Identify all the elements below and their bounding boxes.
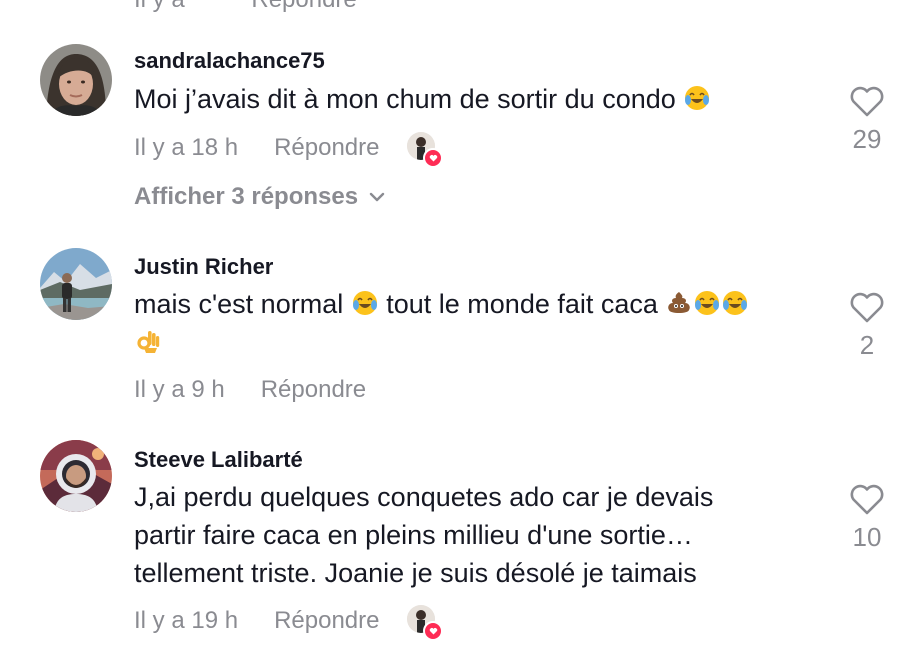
comment-text-part2: tout le monde fait caca [386,289,658,319]
comment-meta: Il y a 19 h Répondre [134,605,444,641]
comment-username[interactable]: sandralachance75 [134,48,325,74]
heart-outline-icon [850,484,884,515]
like-button[interactable]: 29 [836,86,898,155]
comment-username[interactable]: Steeve Lalibarté [134,447,303,473]
chevron-down-icon [369,192,385,202]
avatar[interactable] [40,248,112,320]
previous-comment-time: Il y a [134,0,185,13]
comment-meta: Il y a 9 h Répondre [134,376,366,404]
ok-hand-icon [135,328,161,354]
comment-text-content: Moi j’avais dit à mon chum de sortir du … [134,84,676,114]
face-with-tears-of-joy-icon [722,290,748,316]
like-button[interactable]: 2 [836,292,898,361]
face-with-tears-of-joy-icon [684,85,710,111]
comment-time: Il y a 9 h [134,376,225,403]
reply-button[interactable]: Répondre [261,376,366,404]
face-with-tears-of-joy-icon [694,290,720,316]
comment-text: Moi j’avais dit à mon chum de sortir du … [134,80,814,118]
heart-outline-icon [850,292,884,323]
avatar[interactable] [40,440,112,512]
pile-of-poo-icon [666,290,692,316]
face-with-tears-of-joy-icon [352,290,378,316]
creator-liked-badge-icon [407,132,444,168]
like-count: 10 [852,522,882,552]
comment-meta: Il y a 18 h Répondre [134,132,444,168]
comment-time: Il y a 19 h [134,607,239,634]
creator-liked-badge-icon [407,605,444,641]
show-replies-button[interactable]: Afficher 3 réponses [134,183,386,211]
heart-outline-icon [850,86,884,117]
like-count: 2 [859,330,875,360]
comment-text: J,ai perdu quelques conquetes ado car je… [134,482,714,588]
like-count: 29 [852,124,882,154]
previous-comment-reply[interactable]: Répondre [251,0,356,13]
comment-text-part1: mais c'est normal [134,289,344,319]
avatar[interactable] [40,44,112,116]
previous-comment-meta: Il y a Répondre [134,0,357,14]
comment-text: mais c'est normal tout le monde fait cac… [134,285,814,361]
like-button[interactable]: 10 [836,484,898,553]
reply-button[interactable]: Répondre [274,607,379,635]
show-replies-label: Afficher 3 réponses [134,183,359,210]
comment-username[interactable]: Justin Richer [134,254,273,280]
reply-button[interactable]: Répondre [274,134,379,162]
comment-time: Il y a 18 h [134,134,239,161]
